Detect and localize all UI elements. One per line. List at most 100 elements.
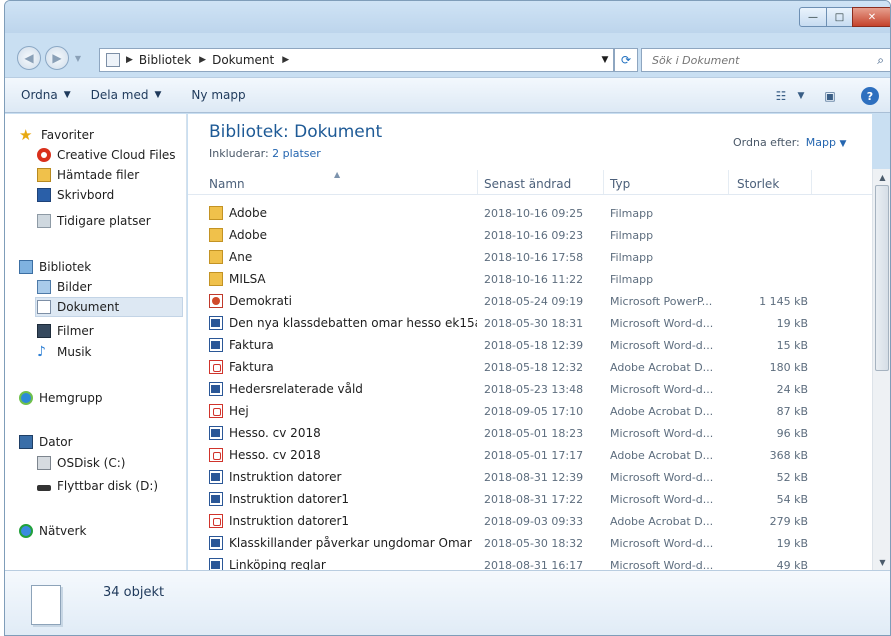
- scroll-thumb[interactable]: [875, 185, 889, 371]
- sidebar-item-music[interactable]: ♪ Musik: [37, 342, 92, 362]
- file-name: Instruktion datorer1: [209, 492, 477, 506]
- address-dropdown-icon[interactable]: ▼: [595, 48, 615, 72]
- file-row[interactable]: Instruktion datorer1 2018-08-31 17:22 Micr…: [188, 489, 872, 511]
- file-row[interactable]: Ane 2018-10-16 17:58 Filmapp: [188, 247, 872, 269]
- minimize-button[interactable]: —: [799, 7, 827, 27]
- pdf-file-icon: [209, 514, 223, 528]
- file-row[interactable]: Faktura 2018-05-18 12:39 Microsoft Word-d.…: [188, 335, 872, 357]
- column-header-name[interactable]: Namn: [209, 177, 245, 191]
- file-row[interactable]: MILSA 2018-10-16 11:22 Filmapp: [188, 269, 872, 291]
- refresh-button[interactable]: ⟳: [614, 48, 638, 72]
- sidebar-item-recent[interactable]: Tidigare platser: [37, 211, 151, 231]
- file-name: Adobe: [209, 228, 477, 242]
- breadcrumb-dokument[interactable]: Dokument: [212, 53, 274, 67]
- sidebar-item-videos[interactable]: Filmer: [37, 321, 94, 341]
- documents-icon: [37, 300, 51, 314]
- file-name: Instruktion datorer1: [209, 514, 477, 528]
- column-divider[interactable]: [811, 170, 812, 194]
- file-name: Hesso. cv 2018: [209, 448, 477, 462]
- sidebar-item-osdisk[interactable]: OSDisk (C:): [37, 453, 125, 473]
- file-size: 54 kB: [776, 493, 808, 506]
- column-divider[interactable]: [477, 170, 478, 194]
- videos-icon: [37, 324, 51, 338]
- sidebar-item-pictures[interactable]: Bilder: [37, 277, 92, 297]
- chevron-down-icon: ▼: [63, 90, 71, 100]
- file-row[interactable]: Den nya klassdebatten omar hesso ek15a 20…: [188, 313, 872, 335]
- file-type: Microsoft Word-d...: [610, 317, 714, 330]
- file-row[interactable]: Adobe 2018-10-16 09:25 Filmapp: [188, 203, 872, 225]
- breadcrumb-arrow-icon[interactable]: ▶: [282, 55, 289, 65]
- share-menu[interactable]: Dela med ▼: [91, 88, 162, 102]
- breadcrumb-bibliotek[interactable]: Bibliotek: [139, 53, 191, 67]
- sidebar-item-downloads[interactable]: Hämtade filer: [37, 165, 139, 185]
- back-button[interactable]: ◀: [17, 46, 41, 70]
- close-button[interactable]: ✕: [852, 7, 890, 27]
- breadcrumb-arrow-icon[interactable]: ▶: [126, 55, 133, 65]
- breadcrumb-arrow-icon[interactable]: ▶: [199, 55, 206, 65]
- column-divider[interactable]: [728, 170, 729, 194]
- chevron-down-icon: ▼: [154, 90, 162, 100]
- file-row[interactable]: Hedersrelaterade våld 2018-05-23 13:48 Mic…: [188, 379, 872, 401]
- sidebar-item-computer[interactable]: Dator: [19, 432, 73, 452]
- file-row[interactable]: Klasskillander påverkar ungdomar Omar ..…: [188, 533, 872, 555]
- file-size: 24 kB: [776, 383, 808, 396]
- file-name-text: Den nya klassdebatten omar hesso ek15a: [229, 316, 477, 330]
- file-row[interactable]: Faktura 2018-05-18 12:32 Adobe Acrobat D..…: [188, 357, 872, 379]
- search-input[interactable]: [652, 53, 862, 67]
- file-date-modified: 2018-10-16 11:22: [484, 273, 584, 286]
- scroll-up-icon[interactable]: ▲: [873, 169, 890, 185]
- column-divider[interactable]: [603, 170, 604, 194]
- sidebar-item-libraries[interactable]: Bibliotek: [19, 257, 91, 277]
- sidebar-item-creative-cloud[interactable]: Creative Cloud Files: [37, 145, 176, 165]
- sidebar-item-favorites[interactable]: ★ Favoriter: [19, 125, 94, 145]
- preview-pane-icon[interactable]: ▣: [820, 86, 840, 106]
- file-row[interactable]: Hej 2018-09-05 17:10 Adobe Acrobat D... 87 …: [188, 401, 872, 423]
- file-size: 279 kB: [769, 515, 808, 528]
- sidebar-item-removable-disk[interactable]: Flyttbar disk (D:): [37, 476, 158, 496]
- sidebar-item-documents[interactable]: Dokument: [35, 297, 183, 317]
- file-name: Faktura: [209, 338, 477, 352]
- column-header-size[interactable]: Storlek: [737, 177, 779, 191]
- forward-button[interactable]: ▶: [45, 46, 69, 70]
- vertical-scrollbar[interactable]: ▲ ▼: [872, 169, 890, 570]
- file-type: Filmapp: [610, 207, 654, 220]
- view-options-icon[interactable]: ☷: [768, 86, 794, 106]
- help-icon[interactable]: ?: [861, 87, 879, 105]
- search-icon[interactable]: ⌕: [877, 53, 884, 68]
- arrange-by-label: Ordna efter:: [733, 136, 800, 149]
- sidebar-item-desktop[interactable]: Skrivbord: [37, 185, 114, 205]
- file-row[interactable]: Demokrati 2018-05-24 09:19 Microsoft Power…: [188, 291, 872, 313]
- sidebar-item-homegroup[interactable]: Hemgrupp: [19, 388, 103, 408]
- search-box[interactable]: ⌕: [641, 48, 890, 72]
- arrange-by-dropdown[interactable]: Mapp ▼: [806, 136, 847, 149]
- view-dropdown-icon[interactable]: ▼: [794, 86, 808, 106]
- sidebar-item-label: Filmer: [57, 324, 94, 338]
- column-header-date[interactable]: Senast ändrad: [484, 177, 571, 191]
- share-label: Dela med: [90, 88, 149, 102]
- sidebar-item-label: Nätverk: [39, 524, 87, 538]
- column-header-type[interactable]: Typ: [610, 177, 630, 191]
- file-row[interactable]: Hesso. cv 2018 2018-05-01 18:23 Microsoft …: [188, 423, 872, 445]
- file-row[interactable]: Adobe 2018-10-16 09:23 Filmapp: [188, 225, 872, 247]
- address-bar[interactable]: ▶ Bibliotek ▶ Dokument ▶: [99, 48, 614, 72]
- includes-locations-link[interactable]: 2 platser: [272, 147, 321, 160]
- creative-cloud-icon: [37, 148, 51, 162]
- file-type: Adobe Acrobat D...: [610, 515, 714, 528]
- sidebar-item-label: Bilder: [57, 280, 92, 294]
- file-row[interactable]: Instruktion datorer1 2018-09-03 09:33 Adob…: [188, 511, 872, 533]
- sidebar-item-network[interactable]: Nätverk: [19, 521, 86, 541]
- maximize-button[interactable]: □: [826, 7, 853, 27]
- file-row[interactable]: Instruktion datorer 2018-08-31 12:39 Micro…: [188, 467, 872, 489]
- file-size: 19 kB: [776, 317, 808, 330]
- new-folder-button[interactable]: Ny mapp: [191, 88, 245, 102]
- command-bar: Ordna ▼ Dela med ▼ Ny mapp ☷ ▼ ▣ ?: [5, 77, 890, 113]
- file-row[interactable]: Hesso. cv 2018 2018-05-01 17:17 Adobe Acro…: [188, 445, 872, 467]
- file-name-text: Hesso. cv 2018: [229, 426, 321, 440]
- organize-menu[interactable]: Ordna ▼: [21, 88, 71, 102]
- recent-pages-dropdown[interactable]: ▼: [71, 46, 85, 70]
- docx-file-icon: [209, 492, 223, 506]
- file-name: MILSA: [209, 272, 477, 286]
- pictures-icon: [37, 280, 51, 294]
- scroll-down-icon[interactable]: ▼: [873, 554, 890, 570]
- navigation-bar: ◀ ▶ ▼ ▶ Bibliotek ▶ Dokument ▶ ▼ ⟳ ⌕: [5, 33, 890, 77]
